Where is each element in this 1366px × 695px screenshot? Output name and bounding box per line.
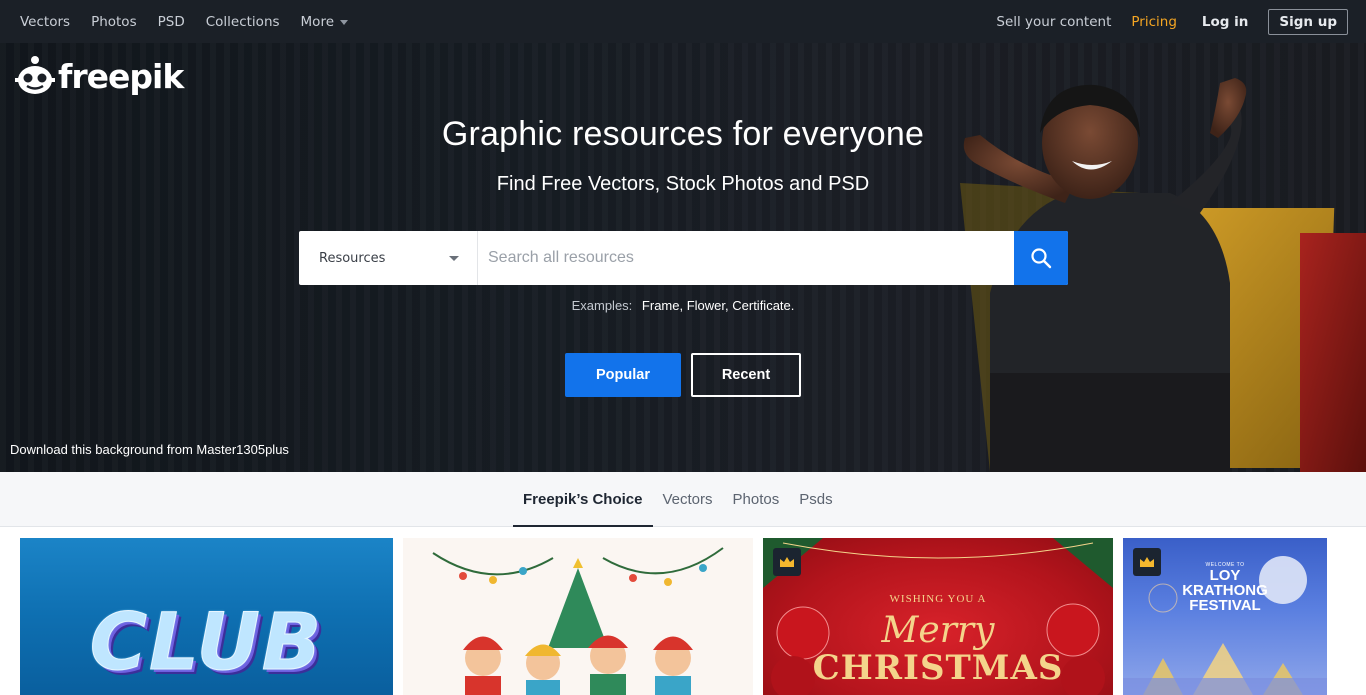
pricing-link[interactable]: Pricing — [1131, 14, 1177, 30]
freepik-logo-text: freepik — [58, 56, 184, 96]
nav-vectors-link[interactable]: Vectors — [20, 14, 70, 30]
chevron-down-icon — [340, 20, 348, 25]
loy-krathong-title: LOY KRATHONG FESTIVAL — [1123, 568, 1327, 613]
nav-psd-link[interactable]: PSD — [158, 14, 185, 30]
freepik-logo-icon — [15, 56, 55, 94]
nav-more-label: More — [300, 13, 334, 30]
top-navbar: Vectors Photos PSD Collections More Sell… — [0, 0, 1366, 43]
login-link[interactable]: Log in — [1202, 14, 1248, 30]
example-flower-link[interactable]: Flower, — [687, 298, 729, 313]
club-text-effect-preview: CLUB — [89, 598, 324, 689]
christmas-text: CHRISTMAS — [812, 648, 1064, 688]
festival-line: FESTIVAL — [1189, 597, 1261, 614]
tab-freepiks-choice[interactable]: Freepik’s Choice — [513, 472, 653, 527]
search-input[interactable] — [478, 231, 1014, 285]
gallery-card-loy-krathong[interactable]: WELCOME TO LOY KRATHONG FESTIVAL — [1123, 538, 1327, 695]
examples-label: Examples: — [571, 298, 633, 313]
resource-type-select[interactable]: Resources — [299, 231, 478, 285]
background-credit-link[interactable]: Download this background from Master1305… — [10, 442, 289, 457]
freepik-logo[interactable]: freepik — [15, 53, 184, 99]
content-tabs: Freepik’s Choice Vectors Photos Psds — [513, 472, 843, 527]
tab-psds[interactable]: Psds — [789, 472, 842, 527]
sell-content-link[interactable]: Sell your content — [996, 14, 1111, 30]
example-frame-link[interactable]: Frame, — [642, 298, 683, 313]
wishing-you-text: WISHING YOU A — [889, 593, 987, 605]
search-bar: Resources — [299, 231, 1068, 285]
recent-button[interactable]: Recent — [691, 353, 801, 397]
nav-more-dropdown[interactable]: More — [301, 14, 348, 30]
search-button[interactable] — [1014, 231, 1068, 285]
content-tabs-bar: Freepik’s Choice Vectors Photos Psds — [0, 472, 1366, 527]
tab-photos[interactable]: Photos — [723, 472, 790, 527]
hero-section: freepik Graphic resources for everyone F… — [0, 43, 1366, 472]
christmas-kids-illustration — [432, 547, 724, 695]
nav-collections-link[interactable]: Collections — [206, 14, 280, 30]
crown-icon — [780, 557, 794, 567]
nav-left: Vectors Photos PSD Collections More — [20, 14, 348, 30]
gallery-card-christmas-kids[interactable] — [403, 538, 753, 695]
premium-badge — [773, 548, 801, 576]
hero-subtitle: Find Free Vectors, Stock Photos and PSD — [496, 173, 870, 195]
tab-vectors[interactable]: Vectors — [653, 472, 723, 527]
hero-title: Graphic resources for everyone — [441, 115, 925, 153]
merry-text: Merry — [881, 610, 995, 651]
gallery-card-club-text-effect[interactable]: CLUB — [20, 538, 393, 695]
search-examples: Examples: Frame, Flower, Certificate. — [0, 298, 1366, 313]
nav-photos-link[interactable]: Photos — [91, 14, 137, 30]
loy-line: LOY — [1209, 567, 1241, 584]
gallery-card-merry-christmas[interactable]: WISHING YOU A Merry CHRISTMAS — [763, 538, 1113, 695]
krathong-line: KRATHONG — [1182, 582, 1268, 599]
resource-type-value: Resources — [319, 250, 386, 266]
popular-button[interactable]: Popular — [565, 353, 681, 397]
signup-button[interactable]: Sign up — [1268, 8, 1348, 35]
nav-right: Sell your content Pricing Log in Sign up — [996, 0, 1348, 43]
chevron-down-icon — [449, 256, 459, 261]
search-icon — [1031, 248, 1052, 269]
example-certificate-link[interactable]: Certificate. — [732, 298, 794, 313]
